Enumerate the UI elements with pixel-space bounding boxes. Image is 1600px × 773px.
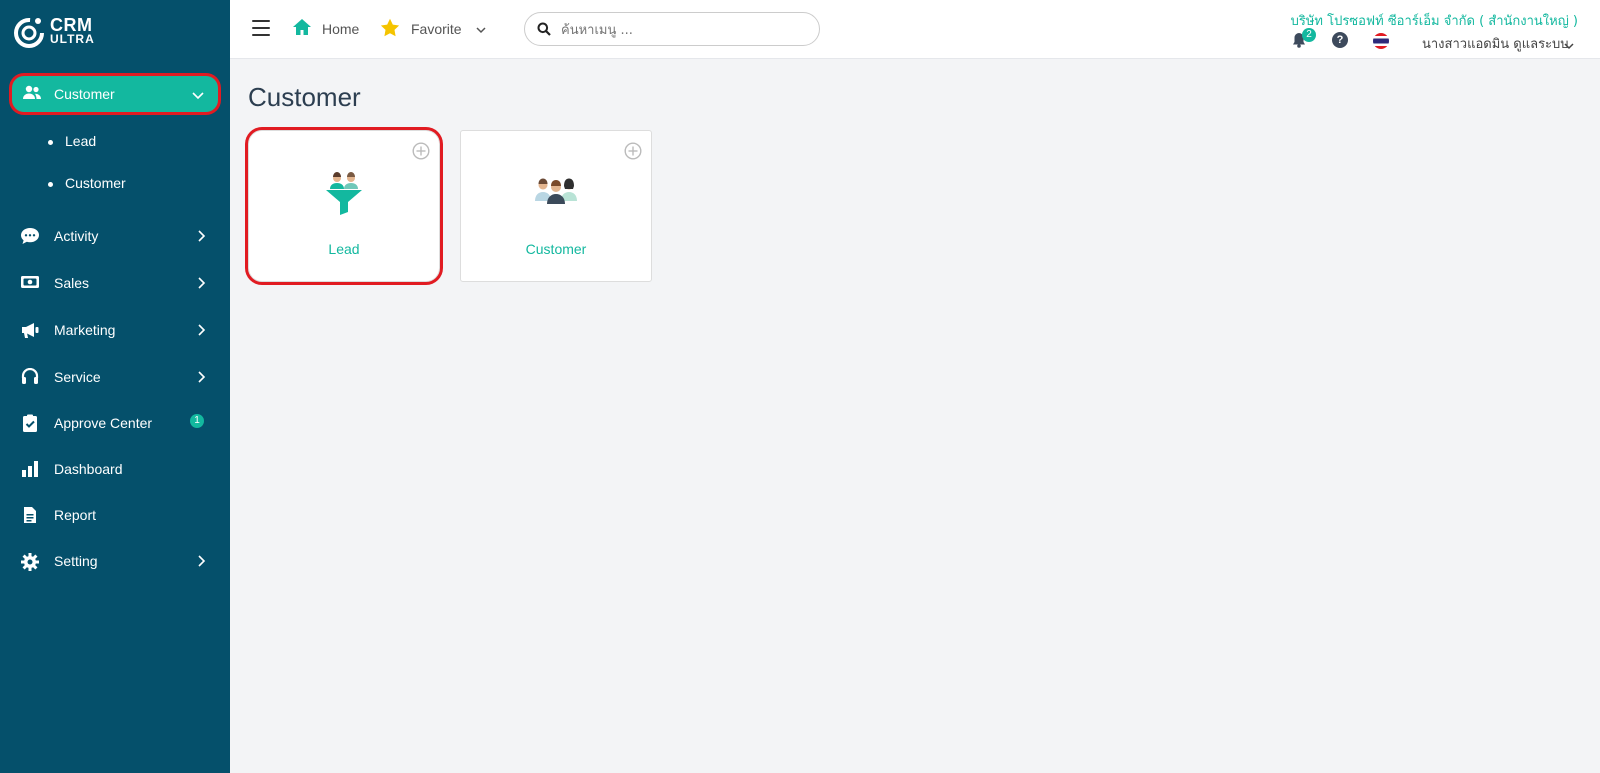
headset-icon xyxy=(20,367,40,386)
page-title: Customer xyxy=(248,82,361,112)
sidebar-item-label: Report xyxy=(54,507,97,523)
sidebar-item-label: Service xyxy=(54,369,101,385)
chat-icon xyxy=(20,227,40,245)
chevron-right-icon xyxy=(198,554,206,572)
sidebar-item-approve-center[interactable]: Approve Center 1 xyxy=(0,406,230,440)
sidebar-item-dashboard[interactable]: Dashboard xyxy=(0,452,230,486)
home-icon xyxy=(292,18,312,39)
cash-icon xyxy=(20,274,40,292)
chevron-right-icon xyxy=(198,370,206,388)
sidebar-item-label: Setting xyxy=(54,553,98,569)
sidebar-item-label: Dashboard xyxy=(54,461,123,477)
user-name[interactable]: นางสาวแอดมิน ดูแลระบบ xyxy=(1422,33,1569,54)
chevron-down-icon xyxy=(192,87,204,105)
sidebar-item-marketing[interactable]: Marketing xyxy=(0,313,230,347)
sidebar-item-label: Activity xyxy=(54,228,99,244)
users-icon xyxy=(22,85,42,106)
sidebar-item-sales[interactable]: Sales xyxy=(0,266,230,300)
sidebar-item-label: Marketing xyxy=(54,322,116,338)
company-name: บริษัท โปรซอฟท์ ซีอาร์เอ็ม จำกัด ( สำนัก… xyxy=(1290,14,1578,29)
chevron-right-icon xyxy=(198,323,206,341)
logo-text-ultra: ULTRA xyxy=(50,32,95,46)
submenu-label: Customer xyxy=(65,175,126,191)
sidebar-item-label: Approve Center xyxy=(54,415,153,431)
chevron-right-icon xyxy=(198,276,206,294)
submenu-item-lead[interactable]: Lead xyxy=(48,133,96,149)
help-icon[interactable]: ? xyxy=(1332,32,1348,48)
thai-flag-icon[interactable] xyxy=(1373,33,1389,49)
home-link[interactable]: Home xyxy=(292,18,359,39)
document-icon xyxy=(20,506,40,524)
sidebar-item-label: Customer xyxy=(54,86,115,102)
sidebar-item-report[interactable]: Report xyxy=(0,498,230,532)
chevron-down-icon[interactable] xyxy=(1564,37,1574,55)
hamburger-menu-icon[interactable] xyxy=(252,20,270,36)
sidebar-item-service[interactable]: Service xyxy=(0,360,230,394)
search-input[interactable] xyxy=(559,19,803,41)
logo-text-crm: CRM xyxy=(50,15,93,35)
add-circle-icon[interactable] xyxy=(624,142,642,165)
sidebar-item-customer[interactable]: Customer xyxy=(12,76,218,112)
favorite-dropdown[interactable]: Favorite xyxy=(380,18,486,40)
home-label: Home xyxy=(322,20,360,37)
approve-count-badge: 1 xyxy=(190,414,204,428)
tile-customer[interactable]: Customer xyxy=(460,130,652,282)
chevron-right-icon xyxy=(198,229,206,247)
clipboard-check-icon xyxy=(20,414,40,432)
sidebar-item-activity[interactable]: Activity xyxy=(0,219,230,253)
add-circle-icon[interactable] xyxy=(412,142,430,165)
search-icon xyxy=(537,22,551,41)
megaphone-icon xyxy=(20,321,40,339)
notification-badge: 2 xyxy=(1302,28,1316,42)
crm-ultra-logo[interactable]: CRM ULTRA xyxy=(12,12,132,52)
bar-chart-icon xyxy=(20,460,40,478)
sidebar-item-label: Sales xyxy=(54,275,90,291)
customer-group-icon xyxy=(531,171,581,213)
star-icon xyxy=(380,18,400,40)
submenu-label: Lead xyxy=(65,133,97,149)
tile-label: Customer xyxy=(525,241,587,257)
top-bar: Home Favorite บริษัท โปรซอฟท์ ซีอาร์เอ็ม… xyxy=(230,0,1600,59)
logo-mark-icon xyxy=(12,15,46,49)
submenu-item-customer[interactable]: Customer xyxy=(48,175,126,191)
gear-icon xyxy=(20,552,40,571)
bullet-icon xyxy=(48,181,53,187)
menu-search[interactable] xyxy=(524,12,820,46)
bullet-icon xyxy=(48,139,53,145)
favorite-label: Favorite xyxy=(411,21,462,37)
tile-lead[interactable]: Lead xyxy=(248,130,440,282)
sidebar: CRM ULTRA Customer Lead Customer Activit… xyxy=(0,0,230,773)
lead-funnel-icon xyxy=(319,171,369,215)
tile-label: Lead xyxy=(328,241,360,257)
chevron-down-icon xyxy=(476,21,486,37)
sidebar-item-setting[interactable]: Setting xyxy=(0,544,230,578)
